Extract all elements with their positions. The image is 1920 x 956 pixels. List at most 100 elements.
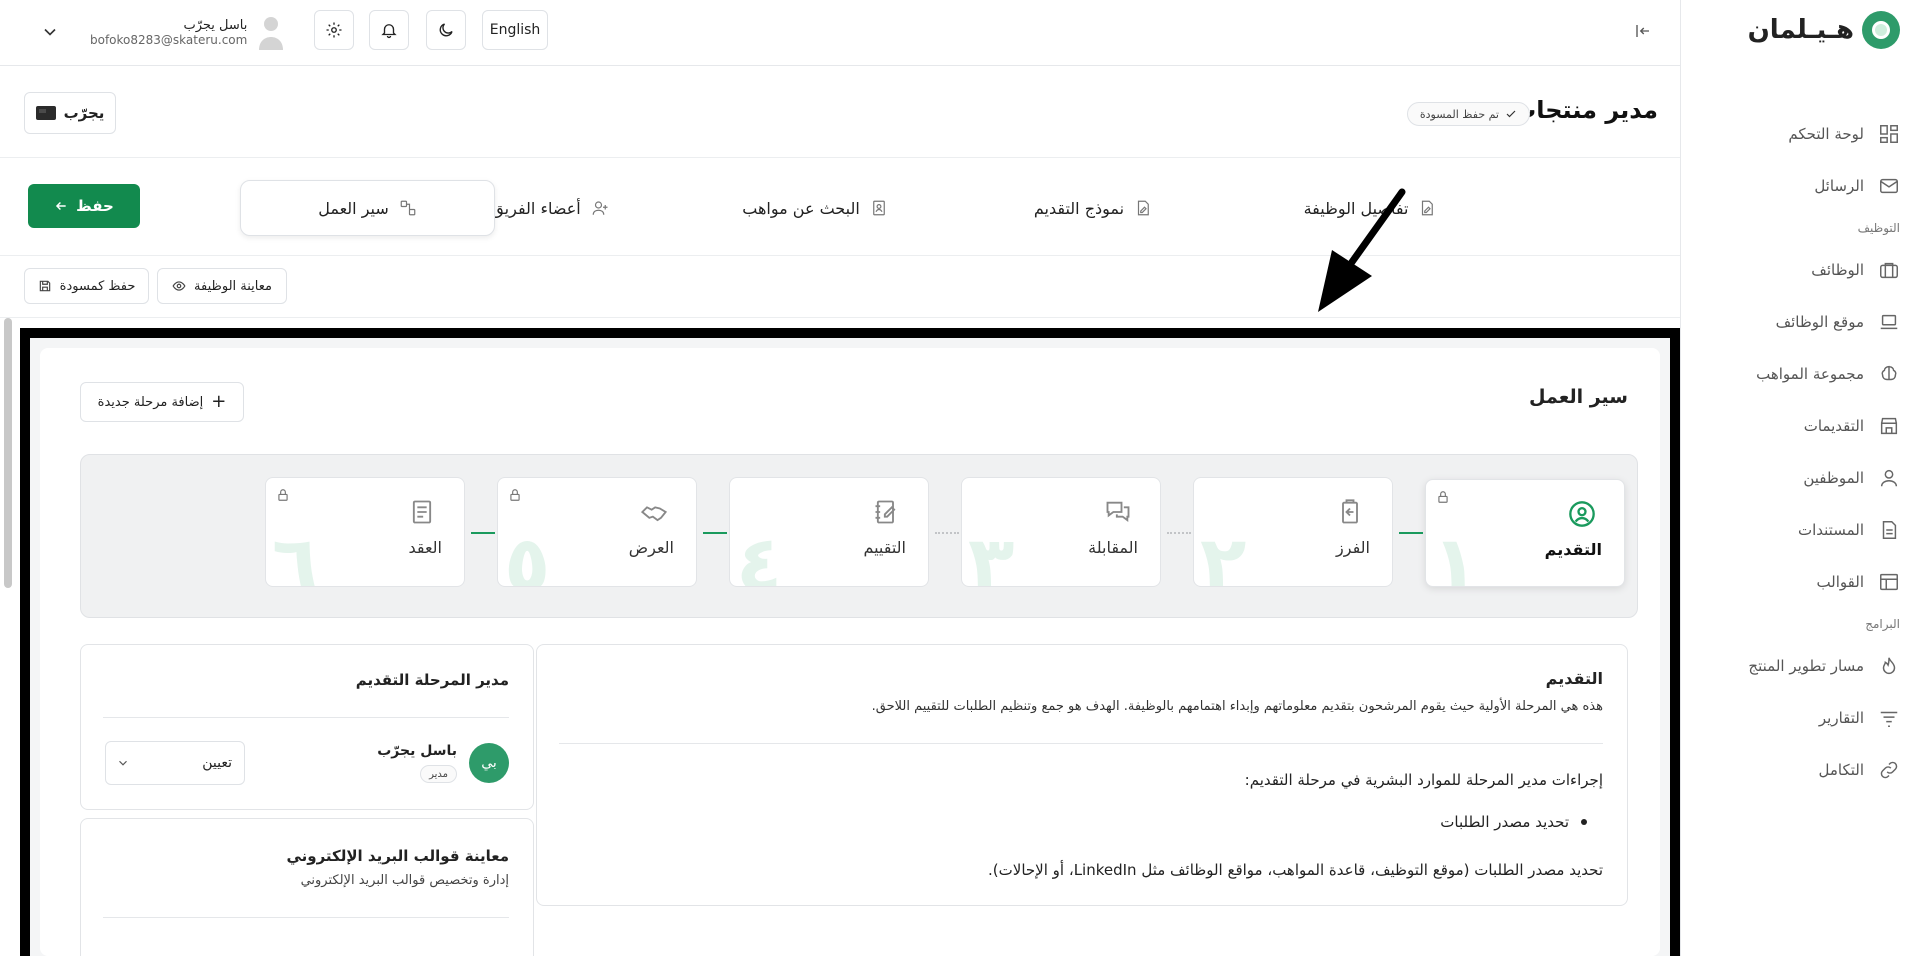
add-stage-label: إضافة مرحلة جديدة bbox=[97, 394, 204, 410]
stages-track: ١ التقديم ٢ الفرز ٣ المقابلة ٤ التقييم ٥… bbox=[80, 454, 1638, 618]
stage-manager-title: مدير المرحلة التقديم bbox=[355, 671, 509, 689]
app-logo[interactable]: هـيـلمان bbox=[1748, 10, 1900, 50]
laptop-icon bbox=[1880, 314, 1898, 330]
stage-name: العرض bbox=[628, 538, 674, 557]
stage-number: ٣ bbox=[968, 519, 1015, 587]
plus-icon: + bbox=[211, 391, 227, 412]
sidebar-nav: لوحة التحكم الرسائل التوظيف الوظائف موقع… bbox=[1680, 108, 1920, 796]
test-button[interactable]: يجرّب bbox=[24, 92, 116, 134]
collapse-sidebar-icon[interactable] bbox=[1634, 22, 1652, 40]
assign-select[interactable]: تعيين bbox=[105, 741, 245, 785]
settings-button[interactable] bbox=[314, 10, 354, 50]
save-label: حفظ bbox=[76, 197, 114, 215]
logo-mark-icon bbox=[1862, 11, 1900, 49]
notifications-button[interactable] bbox=[369, 10, 409, 50]
handshake-icon bbox=[640, 506, 668, 522]
sidebar-item-label: القوالب bbox=[1816, 573, 1864, 591]
divider bbox=[559, 743, 1603, 744]
tab-team-members[interactable]: أعضاء الفريق bbox=[480, 180, 620, 236]
sidebar-item-label: التقارير bbox=[1818, 709, 1864, 727]
stage-connector bbox=[1167, 532, 1191, 534]
stage-card-application[interactable]: ١ التقديم bbox=[1425, 479, 1625, 587]
user-menu[interactable]: باسل يجرّب bofoko8283@skateru.com bbox=[40, 10, 285, 54]
sidebar-item-label: مسار تطوير المنتج bbox=[1748, 657, 1864, 675]
filter-icon bbox=[1880, 711, 1898, 727]
sidebar-item-label: الوظائف bbox=[1811, 261, 1864, 279]
tab-application-form[interactable]: نموذج التقديم bbox=[1018, 180, 1168, 236]
save-button[interactable]: حفظ bbox=[28, 184, 140, 228]
sidebar-item-jobs-site[interactable]: موقع الوظائف bbox=[1680, 296, 1920, 348]
top-bar: English باسل يجرّب bofoko8283@skateru.co… bbox=[0, 0, 1680, 66]
chevron-down-icon bbox=[119, 760, 127, 766]
sidebar-item-documents[interactable]: المستندات bbox=[1680, 504, 1920, 556]
tab-talent-search[interactable]: البحث عن مواهب bbox=[735, 180, 895, 236]
stage-info-title: التقديم bbox=[1545, 669, 1603, 688]
sidebar-item-integration[interactable]: التكامل bbox=[1680, 744, 1920, 796]
form-icon bbox=[1138, 200, 1149, 216]
stage-number: ٥ bbox=[504, 519, 551, 587]
user-info: باسل يجرّب bofoko8283@skateru.com bbox=[90, 18, 247, 47]
stage-name: الفرز bbox=[1336, 538, 1370, 557]
sidebar-item-reports[interactable]: التقارير bbox=[1680, 692, 1920, 744]
link-icon bbox=[1880, 761, 1898, 779]
eye-icon bbox=[172, 281, 186, 291]
sidebar-item-label: التكامل bbox=[1818, 761, 1864, 779]
user-circle-icon bbox=[1569, 501, 1595, 527]
manager-role-badge: مدير bbox=[420, 765, 457, 783]
sidebar-item-messages[interactable]: الرسائل bbox=[1680, 160, 1920, 212]
email-templates-panel: معاينة قوالب البريد الإلكتروني إدارة وتخ… bbox=[80, 818, 534, 956]
add-stage-button[interactable]: + إضافة مرحلة جديدة bbox=[80, 382, 244, 422]
save-draft-button[interactable]: حفظ كمسودة bbox=[24, 268, 149, 304]
sidebar-item-employees[interactable]: الموظفين bbox=[1680, 452, 1920, 504]
sidebar-section-programs: البرامج bbox=[1865, 617, 1900, 631]
stage-number: ١ bbox=[1432, 519, 1479, 587]
page-scrollbar[interactable] bbox=[4, 318, 12, 588]
sidebar-item-jobs[interactable]: الوظائف bbox=[1680, 244, 1920, 296]
preview-label: معاينة الوظيفة bbox=[194, 278, 272, 294]
stage-name: العقد bbox=[408, 538, 442, 557]
stage-card-evaluation[interactable]: ٤ التقييم bbox=[729, 477, 929, 587]
sidebar-item-dashboard[interactable]: لوحة التحكم bbox=[1680, 108, 1920, 160]
flag-icon bbox=[35, 106, 56, 120]
sidebar-item-applications[interactable]: التقديمات bbox=[1680, 400, 1920, 452]
stage-info-note: تحديد مصدر الطلبات (موقع التوظيف، قاعدة … bbox=[988, 861, 1603, 879]
workflow-card: سير العمل + إضافة مرحلة جديدة ١ التقديم … bbox=[40, 348, 1660, 956]
stage-card-interview[interactable]: ٣ المقابلة bbox=[961, 477, 1161, 587]
tab-workflow[interactable]: سير العمل bbox=[240, 180, 495, 236]
stage-card-screening[interactable]: ٢ الفرز bbox=[1193, 477, 1393, 587]
stage-info-subtitle: إجراءات مدير المرحلة للموارد البشرية في … bbox=[1244, 771, 1603, 789]
stage-card-offer[interactable]: ٥ العرض bbox=[497, 477, 697, 587]
sidebar-item-label: مجموعة المواهب bbox=[1756, 365, 1864, 383]
gear-icon bbox=[326, 22, 342, 38]
tab-label: سير العمل bbox=[318, 198, 389, 218]
workflow-container: سير العمل + إضافة مرحلة جديدة ١ التقديم … bbox=[30, 338, 1670, 956]
sidebar-item-templates[interactable]: القوالب bbox=[1680, 556, 1920, 608]
arrow-left-icon bbox=[56, 202, 66, 210]
template-icon bbox=[1880, 573, 1898, 591]
stage-card-contract[interactable]: ٦ العقد bbox=[265, 477, 465, 587]
clipboard-icon bbox=[1342, 499, 1358, 524]
draft-label: حفظ كمسودة bbox=[59, 278, 136, 294]
sidebar-item-label: المستندات bbox=[1797, 521, 1864, 539]
briefcase-icon bbox=[1880, 262, 1898, 279]
stage-number: ٢ bbox=[1200, 519, 1247, 587]
page-title: مدير منتجات bbox=[1512, 96, 1658, 124]
bullet-dot bbox=[1581, 819, 1587, 825]
sidebar-item-label: لوحة التحكم bbox=[1788, 125, 1864, 143]
lock-icon bbox=[510, 489, 520, 501]
sidebar-item-label: موقع الوظائف bbox=[1775, 313, 1864, 331]
divider bbox=[103, 717, 509, 718]
theme-toggle-button[interactable] bbox=[426, 10, 466, 50]
stage-number: ٦ bbox=[272, 519, 319, 587]
flame-icon bbox=[1882, 657, 1896, 674]
sidebar-item-product-path[interactable]: مسار تطوير المنتج bbox=[1680, 640, 1920, 692]
sidebar-item-label: الموظفين bbox=[1803, 469, 1864, 487]
preview-job-button[interactable]: معاينة الوظيفة bbox=[157, 268, 287, 304]
language-button[interactable]: English bbox=[482, 10, 548, 50]
sidebar-section-hiring: التوظيف bbox=[1857, 221, 1900, 235]
draft-status-badge: تم حفظ المسودة bbox=[1406, 102, 1530, 126]
mail-icon bbox=[1880, 178, 1898, 194]
manager-name: باسل يجرّب bbox=[377, 743, 457, 759]
sidebar-item-talent-pool[interactable]: مجموعة المواهب bbox=[1680, 348, 1920, 400]
assign-label: تعيين bbox=[202, 755, 232, 771]
